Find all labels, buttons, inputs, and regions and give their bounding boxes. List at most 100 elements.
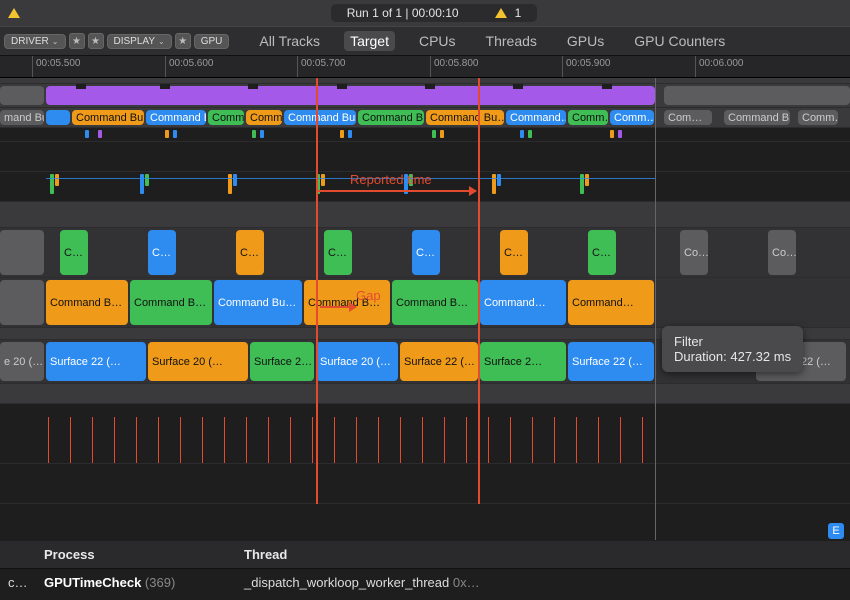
timeline-block[interactable]: Command Bu… — [214, 280, 302, 325]
timeline-block[interactable]: Command B… — [146, 110, 206, 125]
timeline-block[interactable]: Command B… — [724, 110, 790, 125]
timeline-block[interactable]: Command Bu… — [72, 110, 144, 125]
col-process[interactable]: Process — [36, 547, 236, 562]
timeline-block[interactable]: Comm… — [610, 110, 654, 125]
timeline-block[interactable]: C… — [60, 230, 88, 275]
event-marker[interactable] — [145, 174, 149, 186]
event-marker[interactable] — [260, 130, 264, 138]
ruler-tick: 00:05.800 — [430, 56, 479, 77]
timeline-block[interactable]: Comm… — [568, 110, 608, 125]
arrow-gap — [320, 306, 356, 308]
timeline-block[interactable]: Command B… — [130, 280, 212, 325]
timeline-block[interactable]: Command B… — [392, 280, 478, 325]
timeline-block[interactable]: Comm… — [246, 110, 282, 125]
timeline-block[interactable]: Command Bu… — [426, 110, 504, 125]
event-marker[interactable] — [520, 130, 524, 138]
filter-pill-gpu[interactable]: GPU — [194, 34, 230, 49]
timeline-block[interactable]: Command… — [568, 280, 654, 325]
event-marker[interactable] — [98, 130, 102, 138]
timeline-block[interactable]: Co… — [768, 230, 796, 275]
event-marker[interactable] — [580, 174, 584, 194]
tab-gpu-counters[interactable]: GPU Counters — [628, 31, 731, 51]
timeline-block[interactable]: Surface 22 (… — [400, 342, 478, 381]
timeline-block[interactable]: Surface 20 (… — [148, 342, 248, 381]
event-marker[interactable] — [55, 174, 59, 186]
timeline-block[interactable]: C… — [324, 230, 352, 275]
timeline-block[interactable]: e 20 (… — [0, 342, 44, 381]
timeline-block[interactable]: C… — [588, 230, 616, 275]
event-marker[interactable] — [618, 130, 622, 138]
event-marker[interactable] — [340, 130, 344, 138]
detail-panel: Process Thread c… GPUTimeCheck (369) _di… — [0, 541, 850, 600]
filter-pill-display[interactable]: DISPLAY⌄ — [107, 34, 172, 49]
tab-all-tracks[interactable]: All Tracks — [253, 31, 326, 51]
timeline-block[interactable] — [46, 86, 655, 105]
timeline-block[interactable]: Command… — [506, 110, 566, 125]
timeline-block[interactable] — [664, 86, 850, 105]
detail-row[interactable]: c… GPUTimeCheck (369) _dispatch_workloop… — [0, 569, 850, 600]
event-marker[interactable] — [348, 130, 352, 138]
favorite-toggle[interactable]: ★ — [175, 33, 191, 49]
tab-target[interactable]: Target — [344, 31, 395, 51]
playhead-line — [655, 78, 656, 540]
event-marker[interactable] — [228, 174, 232, 194]
track-spacer — [0, 464, 850, 504]
timeline-block[interactable] — [0, 230, 44, 275]
timeline-ruler[interactable]: 00:05.50000:05.60000:05.70000:05.80000:0… — [0, 56, 850, 78]
event-marker[interactable] — [492, 174, 496, 194]
frame-tick — [488, 417, 489, 463]
event-marker[interactable] — [610, 130, 614, 138]
timeline-block[interactable]: Surface 20 (… — [316, 342, 398, 381]
timeline-block[interactable]: Com… — [664, 110, 712, 125]
timeline-block[interactable]: Command B… — [46, 280, 128, 325]
event-marker[interactable] — [585, 174, 589, 186]
event-marker[interactable] — [165, 130, 169, 138]
event-marker[interactable] — [85, 130, 89, 138]
run-status[interactable]: Run 1 of 1 | 00:00:10 1 — [331, 4, 538, 22]
timeline-block[interactable]: C… — [412, 230, 440, 275]
timeline-block[interactable]: mand Bu… — [0, 110, 44, 125]
event-marker[interactable] — [497, 174, 501, 186]
timeline-block[interactable]: C… — [148, 230, 176, 275]
timeline-block[interactable] — [0, 86, 44, 105]
timeline-block[interactable]: Surface 22 (… — [568, 342, 654, 381]
thread-addr: 0x… — [453, 575, 480, 590]
event-marker[interactable] — [440, 130, 444, 138]
timeline-block[interactable] — [46, 110, 70, 125]
timeline-block[interactable]: C… — [236, 230, 264, 275]
frame-tick — [224, 417, 225, 463]
event-marker[interactable] — [528, 130, 532, 138]
annotation-gap: Gap — [356, 288, 381, 303]
timeline-block[interactable]: C… — [500, 230, 528, 275]
track-spacer — [0, 142, 850, 172]
filter-pill-driver[interactable]: DRIVER⌄ — [4, 34, 66, 49]
event-marker[interactable] — [432, 130, 436, 138]
tab-cpus[interactable]: CPUs — [413, 31, 462, 51]
event-marker[interactable] — [140, 174, 144, 194]
timeline-block[interactable]: Comm… — [798, 110, 838, 125]
timeline-block[interactable]: Command… — [480, 280, 566, 325]
timeline-block[interactable]: Command Bu… — [284, 110, 356, 125]
event-marker[interactable] — [233, 174, 237, 186]
favorite-toggle[interactable]: ★ — [88, 33, 104, 49]
frame-tick — [510, 417, 511, 463]
event-marker[interactable] — [173, 130, 177, 138]
badge-e[interactable]: E — [828, 523, 844, 539]
timeline-block[interactable] — [0, 280, 44, 325]
timeline-block[interactable]: Surface 2… — [480, 342, 566, 381]
track-command-buffers-2: Command B…Command B…Command Bu…Command B… — [0, 278, 850, 328]
timeline[interactable]: e 20 (…Surface 22 (…Surface 20 (…Surface… — [0, 78, 850, 540]
event-marker[interactable] — [252, 130, 256, 138]
timeline-block[interactable]: Surface 22 (… — [46, 342, 146, 381]
timeline-block[interactable]: Command B… — [358, 110, 424, 125]
tab-gpus[interactable]: GPUs — [561, 31, 610, 51]
tab-threads[interactable]: Threads — [480, 31, 543, 51]
timeline-block[interactable]: Comm… — [208, 110, 244, 125]
timeline-block[interactable]: Surface 2… — [250, 342, 314, 381]
favorite-toggle[interactable]: ★ — [69, 33, 85, 49]
event-marker[interactable] — [50, 174, 54, 194]
frame-tick — [268, 417, 269, 463]
event-marker[interactable] — [321, 174, 325, 186]
timeline-block[interactable]: Co… — [680, 230, 708, 275]
col-thread[interactable]: Thread — [236, 547, 295, 562]
